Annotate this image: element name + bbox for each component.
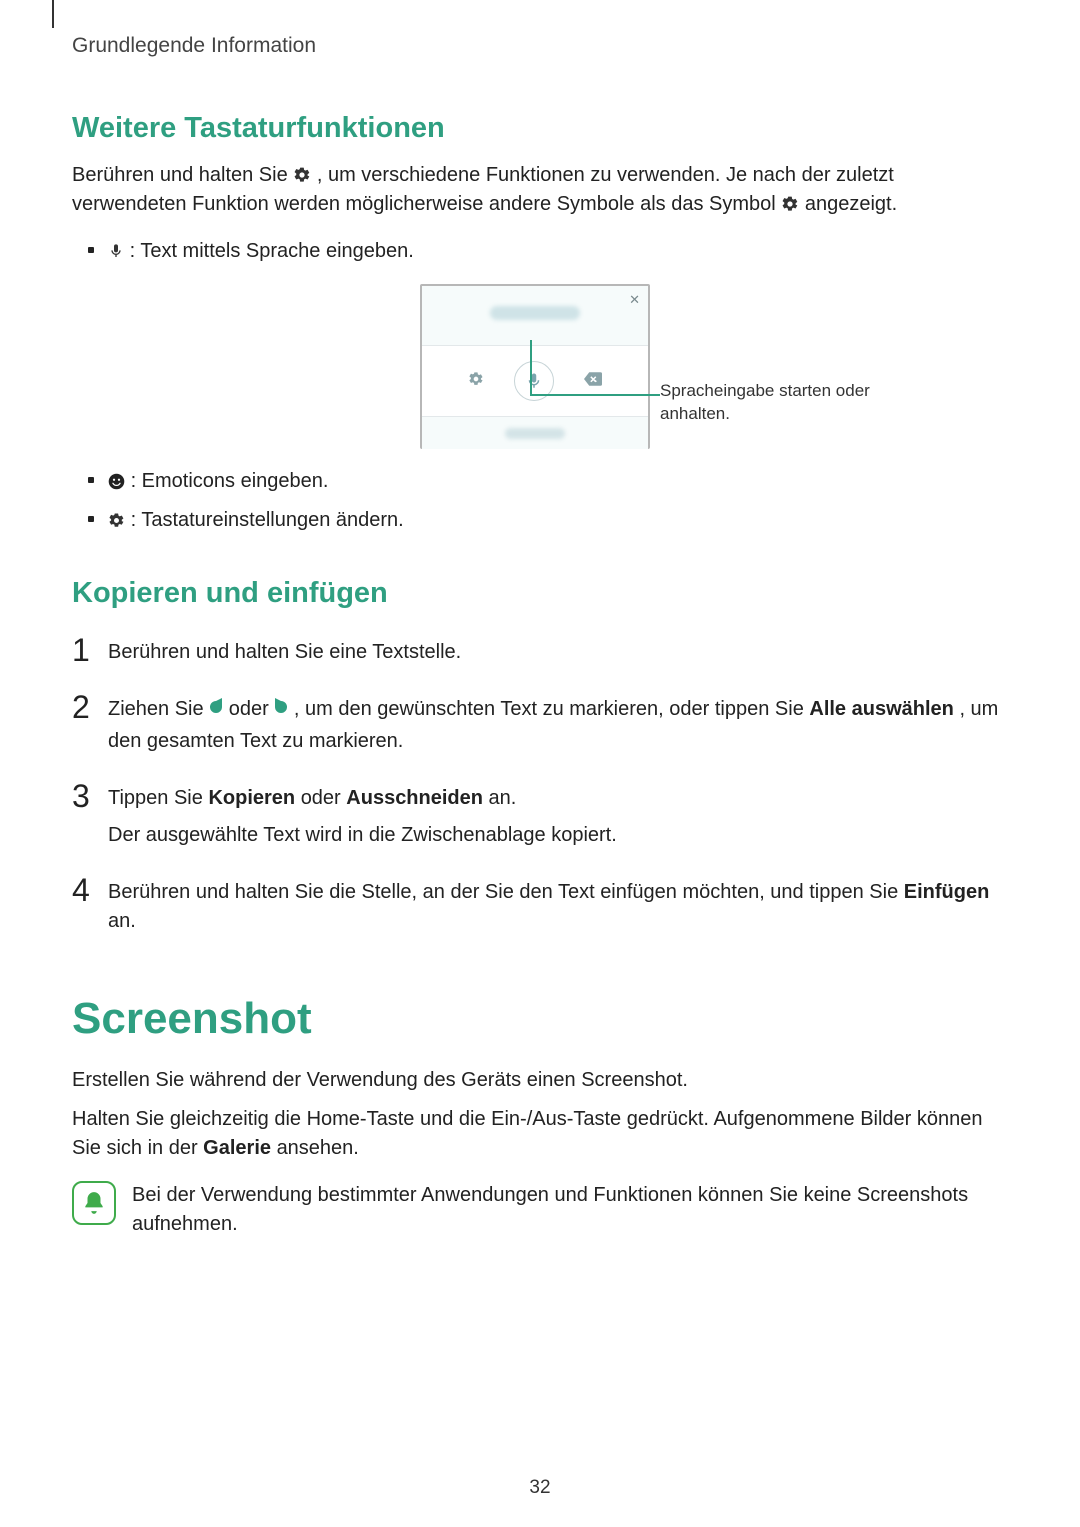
voice-panel-top: ✕ xyxy=(422,286,648,346)
bullet-emoji: : Emoticons eingeben. xyxy=(88,467,1008,496)
intro-post: angezeigt. xyxy=(805,193,897,215)
bullet-dot-icon xyxy=(88,247,94,253)
voice-panel-bottom xyxy=(422,416,648,449)
step-3-a: Tippen Sie xyxy=(108,787,208,809)
voice-panel-blur-text xyxy=(490,306,580,320)
step-4-b: Einfügen xyxy=(904,881,990,903)
step-number-3: 3 xyxy=(72,780,108,812)
manual-page: Grundlegende Information Weitere Tastatu… xyxy=(0,0,1080,1527)
page-number: 32 xyxy=(529,1477,550,1499)
screenshot-p1: Erstellen Sie während der Verwendung des… xyxy=(72,1066,1008,1095)
figure-callout: Spracheingabe starten oder anhalten. xyxy=(660,380,920,426)
heading-copy-paste: Kopieren und einfügen xyxy=(72,577,1008,610)
voice-panel-blur-text-2 xyxy=(505,428,565,439)
note-row: Bei der Verwendung bestimmter Anwendunge… xyxy=(72,1181,1008,1239)
bullet-dot-icon xyxy=(88,477,94,483)
step-3-c: oder xyxy=(301,787,347,809)
gear-icon xyxy=(468,371,484,392)
bullet-voice-label: : Text mittels Sprache eingeben. xyxy=(130,240,414,262)
step-3: 3 Tippen Sie Kopieren oder Ausschneiden … xyxy=(72,780,1008,850)
callout-text: Spracheingabe starten oder anhalten. xyxy=(660,380,920,426)
voice-panel: ✕ xyxy=(420,284,650,449)
heading-keyboard-functions: Weitere Tastaturfunktionen xyxy=(72,112,1008,145)
bullet-voice: : Text mittels Sprache eingeben. xyxy=(88,237,1008,266)
step-3-sub: Der ausgewählte Text wird in die Zwische… xyxy=(108,821,617,850)
step-3-body: Tippen Sie Kopieren oder Ausschneiden an… xyxy=(108,780,617,850)
backspace-icon xyxy=(584,372,602,391)
close-icon: ✕ xyxy=(629,292,640,308)
step-2-post-a: , um den gewünschten Text zu markieren, … xyxy=(294,698,809,720)
step-2-bold: Alle auswählen xyxy=(809,698,954,720)
callout-leader-line xyxy=(530,394,660,396)
step-3-d: an. xyxy=(489,787,517,809)
note-text: Bei der Verwendung bestimmter Anwendunge… xyxy=(132,1181,1008,1239)
bullet-dot-icon xyxy=(88,516,94,522)
intro-pre: Berühren und halten Sie xyxy=(72,164,293,186)
step-1: 1 Berühren und halten Sie eine Textstell… xyxy=(72,634,1008,667)
step-4: 4 Berühren und halten Sie die Stelle, an… xyxy=(72,874,1008,936)
step-3-b1: Kopieren xyxy=(208,787,295,809)
step-2-body: Ziehen Sie oder , um den gewünschten Tex… xyxy=(108,691,1008,756)
step-4-a: Berühren und halten Sie die Stelle, an d… xyxy=(108,881,904,903)
microphone-icon xyxy=(108,242,124,260)
bullet-voice-text: : Text mittels Sprache eingeben. xyxy=(108,237,414,266)
voice-input-figure: ✕ Spracheingabe starten oder anhalten. xyxy=(332,284,1008,449)
step-number-1: 1 xyxy=(72,634,108,666)
bullet-settings-label: : Tastatureinstellungen ändern. xyxy=(131,509,404,531)
step-2: 2 Ziehen Sie oder , um den gewünschten T… xyxy=(72,691,1008,756)
step-number-4: 4 xyxy=(72,874,108,906)
heading-screenshot: Screenshot xyxy=(72,994,1008,1044)
bullet-emoji-label: : Emoticons eingeben. xyxy=(131,470,329,492)
voice-panel-mid xyxy=(422,346,648,416)
bullet-settings: : Tastatureinstellungen ändern. xyxy=(88,506,1008,535)
selection-handle-left-icon xyxy=(209,698,223,727)
bullet-emoji-text: : Emoticons eingeben. xyxy=(108,467,328,496)
selection-handle-right-icon xyxy=(274,698,288,727)
step-2-mid: oder xyxy=(229,698,275,720)
step-3-b2: Ausschneiden xyxy=(346,787,483,809)
screenshot-p2-bold: Galerie xyxy=(203,1137,271,1159)
intro-paragraph: Berühren und halten Sie , um verschieden… xyxy=(72,161,1008,219)
breadcrumb: Grundlegende Information xyxy=(72,34,1008,58)
step-2-pre: Ziehen Sie xyxy=(108,698,209,720)
gear-icon xyxy=(293,166,311,184)
top-rule xyxy=(52,0,54,28)
smiley-icon xyxy=(108,473,125,490)
gear-icon xyxy=(108,512,125,529)
screenshot-p2-b: ansehen. xyxy=(277,1137,359,1159)
step-4-c: an. xyxy=(108,910,136,932)
screenshot-p2: Halten Sie gleichzeitig die Home-Taste u… xyxy=(72,1105,1008,1163)
gear-icon xyxy=(781,195,799,213)
step-4-body: Berühren und halten Sie die Stelle, an d… xyxy=(108,874,1008,936)
note-bell-icon xyxy=(72,1181,116,1225)
step-1-body: Berühren und halten Sie eine Textstelle. xyxy=(108,634,461,667)
step-number-2: 2 xyxy=(72,691,108,723)
bullet-settings-text: : Tastatureinstellungen ändern. xyxy=(108,506,404,535)
